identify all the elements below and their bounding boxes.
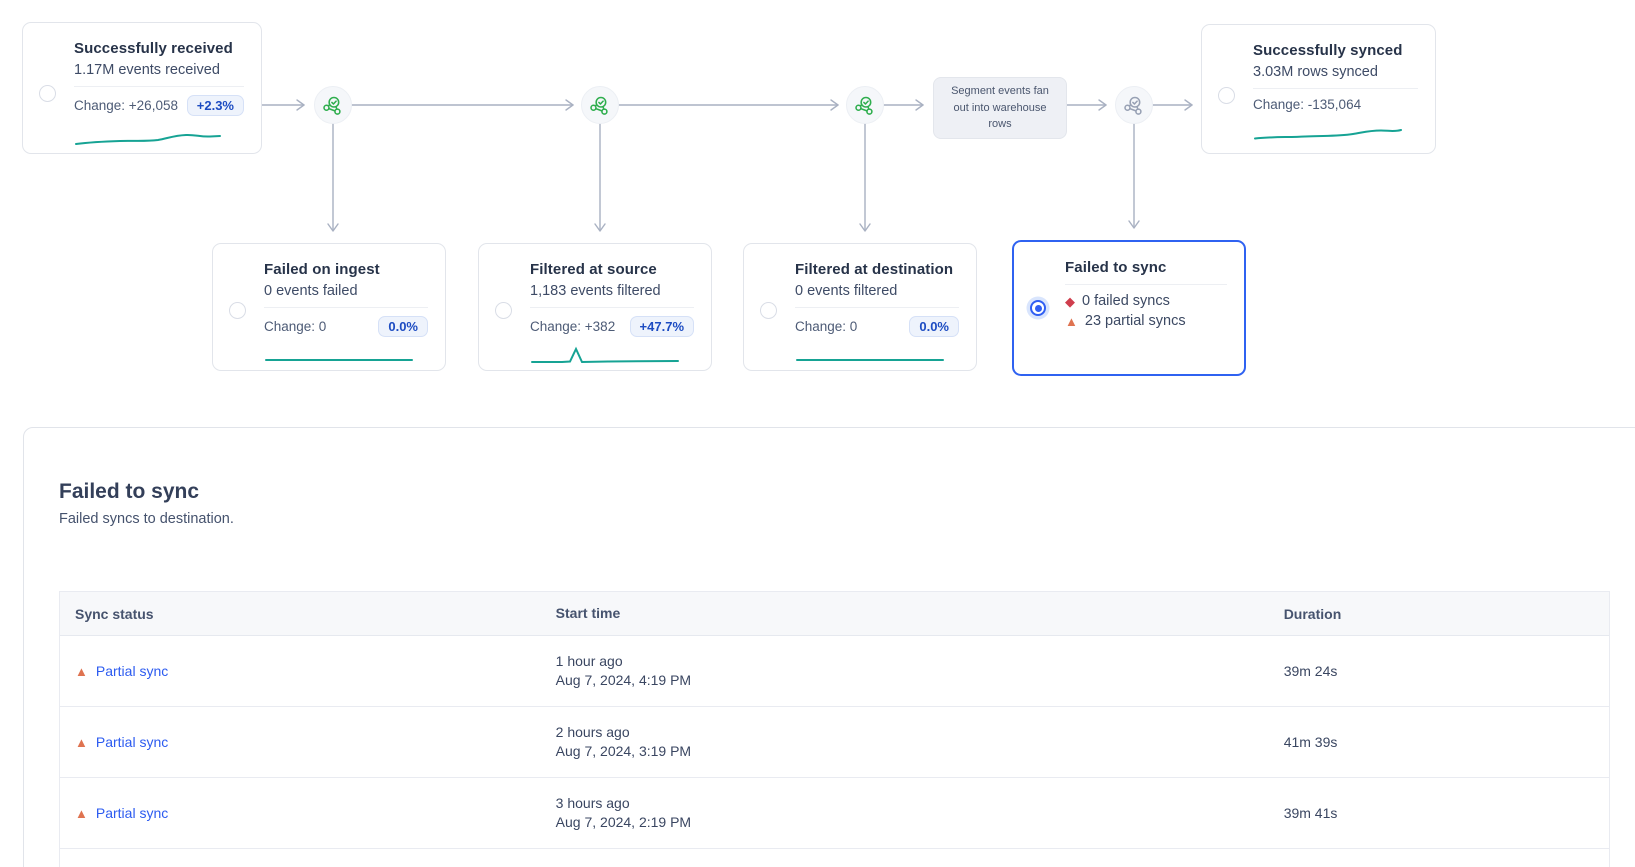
partial-sync-link[interactable]: Partial sync [96, 805, 168, 821]
change-label: Change: 0 [795, 319, 857, 334]
card-metric: 1,183 events filtered [530, 283, 694, 299]
card-metric: 3.03M rows synced [1253, 64, 1418, 80]
column-header-start-time: Start time [556, 604, 1284, 623]
card-title: Failed on ingest [264, 261, 428, 278]
card-title: Filtered at destination [795, 261, 959, 278]
duration-cell: 41m 39s [1284, 734, 1609, 750]
partial-sync-triangle-icon: ▲ [75, 736, 88, 749]
sparkline-chart [795, 346, 945, 370]
divider [264, 307, 428, 308]
partial-sync-triangle-icon: ▲ [75, 807, 88, 820]
radio-failed-to-sync[interactable] [1030, 300, 1046, 316]
partial-sync-triangle-icon: ▲ [75, 665, 88, 678]
change-badge: 0.0% [378, 316, 428, 337]
delivery-overview-page: Successfully received 1.17M events recei… [0, 0, 1635, 867]
radio-successfully-synced[interactable] [1218, 87, 1235, 104]
card-title: Successfully synced [1253, 42, 1418, 59]
partial-sync-link[interactable]: Partial sync [96, 734, 168, 750]
change-label: Change: +26,058 [74, 98, 178, 113]
relative-time: 2 hours ago [556, 723, 1284, 742]
partial-syncs-count: 23 partial syncs [1085, 313, 1186, 329]
start-time-cell: 1 hour ago Aug 7, 2024, 4:19 PM [556, 652, 1284, 690]
sparkline-chart [264, 346, 414, 370]
divider [795, 307, 959, 308]
segment-network-check-icon [589, 94, 611, 116]
divider [1253, 88, 1418, 89]
fanout-note-text: Segment events fan out into warehouse ro… [944, 83, 1056, 133]
card-failed-on-ingest[interactable]: Failed on ingest 0 events failed Change:… [212, 243, 446, 371]
pipeline-stage-icon [1115, 86, 1153, 124]
duration-cell: 39m 41s [1284, 805, 1609, 821]
sync-table: Sync status Start time Duration ▲ Partia… [59, 591, 1610, 867]
change-label: Change: +382 [530, 319, 615, 334]
failed-sync-diamond-icon: ◆ [1065, 295, 1075, 308]
pipeline-stage-icon [314, 86, 352, 124]
divider [530, 307, 694, 308]
table-row-clipped [60, 849, 1609, 867]
segment-network-check-icon [854, 94, 876, 116]
relative-time: 3 hours ago [556, 794, 1284, 813]
radio-successfully-received[interactable] [39, 85, 56, 102]
partial-sync-triangle-icon: ▲ [1065, 315, 1078, 328]
table-row: ▲ Partial sync 2 hours ago Aug 7, 2024, … [60, 707, 1609, 778]
segment-network-check-icon [322, 94, 344, 116]
panel-subtitle: Failed syncs to destination. [59, 511, 1635, 527]
relative-time: 1 hour ago [556, 652, 1284, 671]
change-badge: 0.0% [909, 316, 959, 337]
panel-title: Failed to sync [59, 480, 1635, 504]
start-time-cell: 3 hours ago Aug 7, 2024, 2:19 PM [556, 794, 1284, 832]
card-failed-to-sync[interactable]: Failed to sync ◆ 0 failed syncs ▲ 23 par… [1012, 240, 1246, 376]
sparkline-chart [74, 125, 224, 149]
divider [1065, 284, 1227, 285]
radio-filtered-at-source[interactable] [495, 302, 512, 319]
change-badge: +47.7% [630, 316, 694, 337]
timestamp: Aug 7, 2024, 4:19 PM [556, 671, 1284, 690]
change-label: Change: -135,064 [1253, 97, 1361, 112]
card-metric: 1.17M events received [74, 62, 244, 78]
card-metric: 0 events failed [264, 283, 428, 299]
card-title: Successfully received [74, 40, 244, 57]
radio-failed-on-ingest[interactable] [229, 302, 246, 319]
failed-to-sync-panel: Failed to sync Failed syncs to destinati… [23, 427, 1635, 867]
timestamp: Aug 7, 2024, 3:19 PM [556, 742, 1284, 761]
card-successfully-synced[interactable]: Successfully synced 3.03M rows synced Ch… [1201, 24, 1436, 154]
partial-sync-link[interactable]: Partial sync [96, 663, 168, 679]
card-successfully-received[interactable]: Successfully received 1.17M events recei… [22, 22, 262, 154]
table-row: ▲ Partial sync 1 hour ago Aug 7, 2024, 4… [60, 636, 1609, 707]
change-label: Change: 0 [264, 319, 326, 334]
pipeline-stage-icon [846, 86, 884, 124]
sparkline-chart [530, 346, 680, 370]
card-metric: 0 events filtered [795, 283, 959, 299]
radio-filtered-at-destination[interactable] [760, 302, 777, 319]
failed-syncs-count: 0 failed syncs [1082, 293, 1170, 309]
divider [74, 86, 244, 87]
card-title: Failed to sync [1065, 259, 1227, 276]
card-filtered-at-destination[interactable]: Filtered at destination 0 events filtere… [743, 243, 977, 371]
timestamp: Aug 7, 2024, 2:19 PM [556, 813, 1284, 832]
sparkline-chart [1253, 121, 1403, 145]
card-filtered-at-source[interactable]: Filtered at source 1,183 events filtered… [478, 243, 712, 371]
fanout-note: Segment events fan out into warehouse ro… [933, 77, 1067, 139]
card-title: Filtered at source [530, 261, 694, 278]
segment-network-check-icon-gray [1123, 94, 1145, 116]
table-header-row: Sync status Start time Duration [60, 592, 1609, 636]
change-badge: +2.3% [187, 95, 244, 116]
pipeline-stage-icon [581, 86, 619, 124]
table-row: ▲ Partial sync 3 hours ago Aug 7, 2024, … [60, 778, 1609, 849]
column-header-sync-status: Sync status [60, 606, 556, 622]
start-time-cell: 2 hours ago Aug 7, 2024, 3:19 PM [556, 723, 1284, 761]
duration-cell: 39m 24s [1284, 663, 1609, 679]
column-header-duration: Duration [1284, 606, 1609, 622]
